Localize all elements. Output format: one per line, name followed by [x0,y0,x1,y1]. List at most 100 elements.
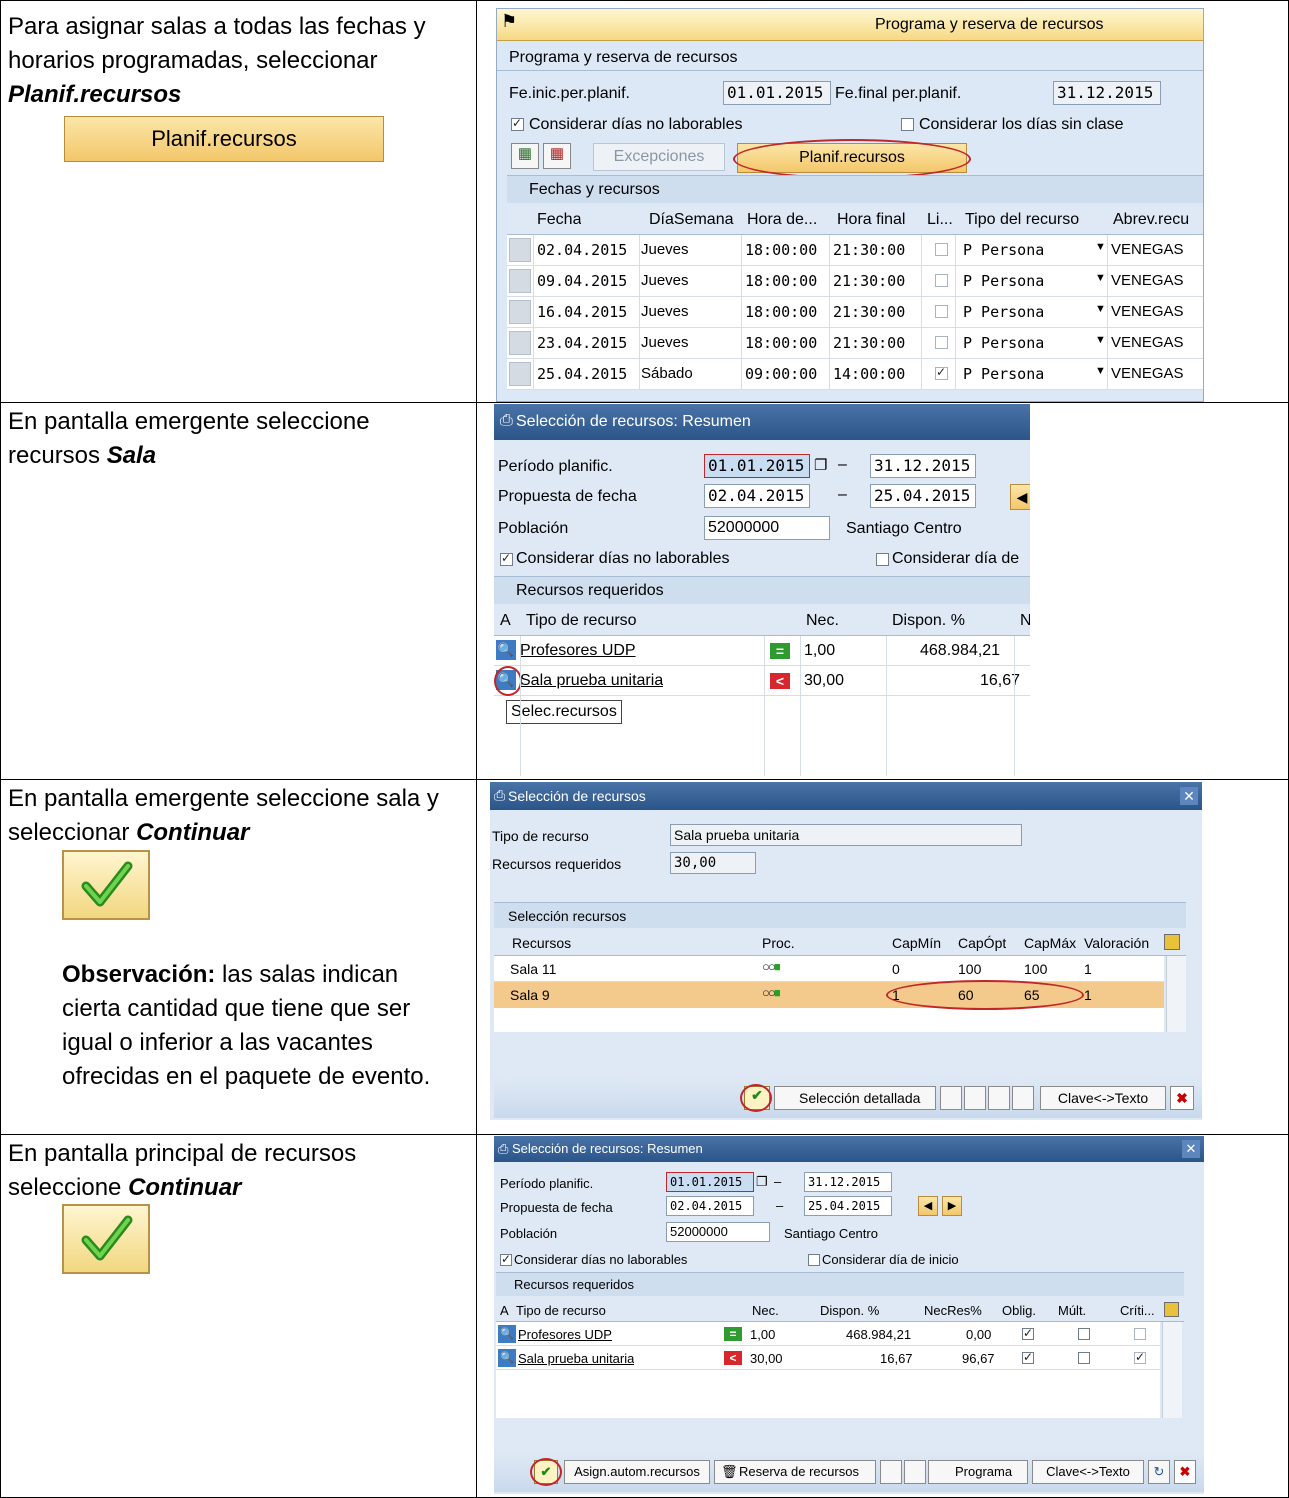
checkbox-no-class-days[interactable] [901,118,914,131]
col-nec[interactable]: Nec. [752,1303,779,1318]
column-settings-icon[interactable] [1164,934,1180,950]
reserve-resources-button[interactable]: 🗑 Reserva de recursos [714,1460,876,1484]
resource-name[interactable]: Profesores UDP [520,642,636,660]
crit-checkbox[interactable] [1134,1328,1146,1340]
period-from-field[interactable]: 01.01.2015 [704,454,810,478]
delete-row-icon[interactable]: ▦ [543,143,571,169]
resource-name[interactable]: Sala prueba unitaria [518,1351,634,1366]
col-a[interactable]: A [500,612,511,630]
auto-assign-button[interactable]: Asign.autom.recursos [564,1460,710,1484]
refresh-icon[interactable]: ↻ [1148,1460,1170,1484]
detailed-selection-button[interactable]: Selección detallada [774,1086,936,1110]
table-row[interactable]: 🔍 Sala prueba unitaria < 30,00 16,67 96,… [496,1346,1160,1370]
proposal-from-field[interactable]: 02.04.2015 [704,484,810,508]
scrollbar[interactable] [1166,956,1186,1032]
prev-arrow-icon[interactable]: ◀ [918,1196,938,1216]
copy-icon[interactable]: ❐ [756,1174,768,1190]
col-tipo[interactable]: Tipo de recurso [526,612,637,630]
col-necres[interactable]: NecRes% [924,1303,982,1318]
col-disp[interactable]: Dispon. % [892,612,965,630]
planif-recursos-button-sample[interactable]: Planif.recursos [64,116,384,162]
cancel-icon[interactable]: ✖ [1170,1086,1194,1110]
search-icon[interactable] [964,1086,986,1110]
dropdown-icon[interactable]: ▼ [1095,303,1106,315]
table-row[interactable]: Sala 11 ○○■ 0 100 100 1 [494,956,1164,982]
resource-name[interactable]: Profesores UDP [518,1327,612,1342]
sort-icon[interactable] [988,1086,1010,1110]
crit-checkbox[interactable] [1134,1350,1146,1364]
checkbox-non-working[interactable] [500,551,513,566]
select-resource-icon[interactable]: 🔍 [498,1325,516,1343]
col-tipo[interactable]: Tipo de recurso [516,1303,606,1318]
col-hora-final[interactable]: Hora final [837,211,905,229]
row-selector[interactable] [509,362,531,386]
add-row-icon[interactable]: ▦ [511,143,539,169]
start-date-field[interactable]: 01.01.2015 [723,81,831,105]
col-nec[interactable]: Nec. [806,612,839,630]
proposal-to-field[interactable]: 25.04.2015 [870,484,976,508]
table-row[interactable]: 🔍 Profesores UDP = 1,00 468.984,21 0,00 [496,1322,1160,1346]
add-icon[interactable] [940,1086,962,1110]
col-li[interactable]: Li... [927,211,953,229]
column-settings-icon[interactable] [1164,1302,1179,1317]
table-row[interactable]: 02.04.2015 Jueves 18:00:00 21:30:00 P Person… [507,235,1203,266]
select-resource-icon[interactable]: 🔍 [496,640,516,660]
key-text-button[interactable]: Clave<->Texto [1040,1086,1166,1110]
close-icon[interactable]: ✕ [1180,787,1198,805]
li-checkbox[interactable] [935,305,948,318]
row-selector[interactable] [509,269,531,293]
continue-check-icon[interactable] [62,850,150,920]
col-valoracion[interactable]: Valoración [1084,935,1149,951]
search-icon[interactable] [904,1460,926,1484]
dropdown-icon[interactable]: ▼ [1095,241,1106,253]
checkbox-start-day[interactable] [808,1254,820,1266]
close-icon[interactable]: ✕ [1182,1140,1200,1158]
col-capmax[interactable]: CapMáx [1024,935,1076,951]
li-checkbox[interactable] [935,365,948,380]
col-proc[interactable]: Proc. [762,935,795,951]
col-mult[interactable]: Múlt. [1058,1303,1086,1318]
select-resource-icon[interactable]: 🔍 [498,1349,516,1367]
table-row[interactable]: 🔍 Profesores UDP = 1,00 468.984,21 [494,636,1030,666]
mult-checkbox[interactable] [1078,1352,1090,1364]
col-abrev[interactable]: Abrev.recu [1113,211,1189,229]
dropdown-icon[interactable]: ▼ [1095,365,1106,377]
checkbox-non-working[interactable] [500,1252,512,1266]
checkbox-start-day[interactable] [876,553,889,566]
table-row[interactable]: 23.04.2015 Jueves 18:00:00 21:30:00 P Person… [507,328,1203,359]
col-crit[interactable]: Críti... [1120,1303,1155,1318]
period-to-field[interactable]: 31.12.2015 [804,1172,892,1192]
exceptions-button[interactable]: Excepciones [593,143,725,171]
col-capmin[interactable]: CapMín [892,935,941,951]
row-selector[interactable] [509,238,531,262]
li-checkbox[interactable] [935,274,948,287]
checkbox-non-working-days[interactable] [511,116,524,131]
li-checkbox[interactable] [935,336,948,349]
export-icon[interactable] [1012,1086,1034,1110]
mult-checkbox[interactable] [1078,1328,1090,1340]
table-row[interactable]: 09.04.2015 Jueves 18:00:00 21:30:00 P Person… [507,266,1203,297]
col-recursos[interactable]: Recursos [512,935,571,951]
table-row[interactable]: 16.04.2015 Jueves 18:00:00 21:30:00 P Person… [507,297,1203,328]
col-a[interactable]: A [500,1303,509,1318]
col-oblig[interactable]: Oblig. [1002,1303,1036,1318]
population-field[interactable]: 52000000 [704,516,830,540]
col-fecha[interactable]: Fecha [537,211,581,229]
continue-check-icon[interactable] [62,1204,150,1274]
cancel-icon[interactable]: ✖ [1174,1460,1196,1484]
next-arrow-icon[interactable]: ▶ [942,1196,962,1216]
population-field[interactable]: 52000000 [666,1222,770,1242]
col-tipo[interactable]: Tipo del recurso [965,211,1079,229]
proposal-from-field[interactable]: 02.04.2015 [666,1196,754,1216]
oblig-checkbox[interactable] [1022,1350,1034,1364]
key-text-button[interactable]: Clave<->Texto [1032,1460,1144,1484]
row-selector[interactable] [509,331,531,355]
type-field[interactable]: Sala prueba unitaria [670,824,1022,846]
add-icon[interactable] [880,1460,902,1484]
period-to-field[interactable]: 31.12.2015 [870,454,976,478]
table-row[interactable]: 25.04.2015 Sábado 09:00:00 14:00:00 P Person… [507,359,1203,390]
dropdown-icon[interactable]: ▼ [1095,334,1106,346]
col-hora-inicio[interactable]: Hora de... [747,211,817,229]
period-from-field[interactable]: 01.01.2015 [666,1172,754,1192]
oblig-checkbox[interactable] [1022,1326,1034,1340]
